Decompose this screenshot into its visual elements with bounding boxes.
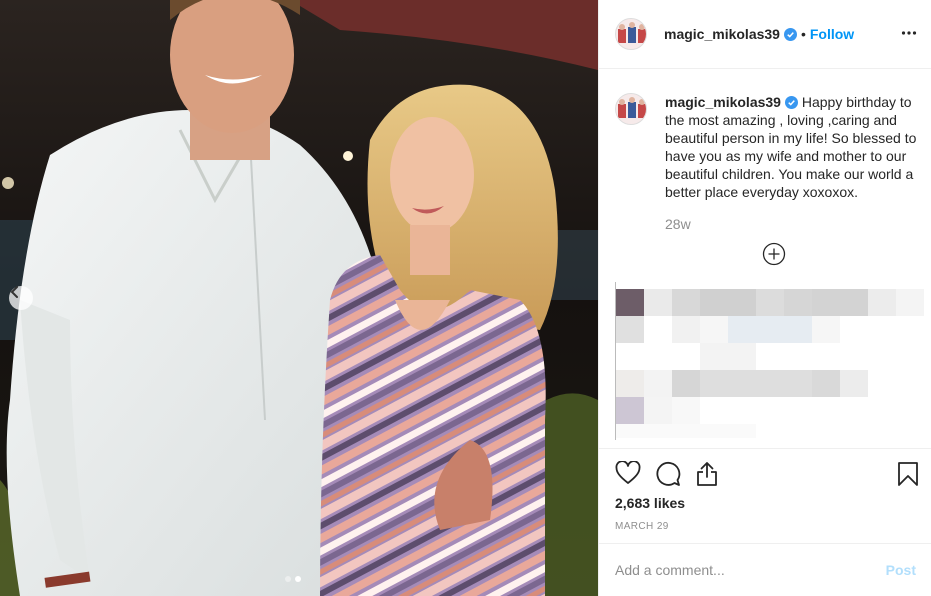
comment-input[interactable] [615,562,886,578]
carousel-indicator [285,576,301,582]
share-icon[interactable] [695,461,719,487]
load-more-comments-icon[interactable] [762,242,786,266]
comment-icon[interactable] [655,461,681,487]
avatar[interactable] [615,18,647,50]
avatar-image [616,94,646,124]
caption-avatar[interactable] [615,93,647,125]
blurred-comments [615,282,925,440]
verified-badge-icon [784,96,798,109]
header-separator: • [800,26,806,42]
header-username[interactable]: magic_mikolas39 [664,26,780,42]
avatar-image [616,19,646,49]
carousel-prev-button[interactable] [9,286,33,310]
heart-icon[interactable] [615,461,641,485]
caption-text: magic_mikolas39 Happy birthday to the mo… [665,93,920,201]
bookmark-icon[interactable] [897,461,919,487]
follow-button[interactable]: Follow [810,26,854,42]
caption-username[interactable]: magic_mikolas39 [665,94,781,110]
post-side-panel: magic_mikolas39 • Follow magic_mikolas39… [598,0,931,596]
post-date: MARCH 29 [615,521,669,532]
caption-time[interactable]: 28w [665,216,691,232]
comment-bar: Post [599,543,931,596]
photo-scene [0,0,598,596]
post-photo[interactable] [0,0,598,596]
verified-badge-icon [783,27,797,41]
post-header: magic_mikolas39 • Follow [599,0,931,69]
more-options-icon[interactable] [901,25,917,41]
post-comment-button[interactable]: Post [886,562,916,578]
caption: magic_mikolas39 Happy birthday to the mo… [615,93,920,201]
likes-count[interactable]: 2,683 likes [615,495,685,511]
post-actions: 2,683 likes MARCH 29 [599,448,931,544]
pixelated-comments-image [616,289,924,438]
chevron-left-icon [10,286,18,298]
carousel-dot-active [295,576,301,582]
carousel-dot [285,576,291,582]
